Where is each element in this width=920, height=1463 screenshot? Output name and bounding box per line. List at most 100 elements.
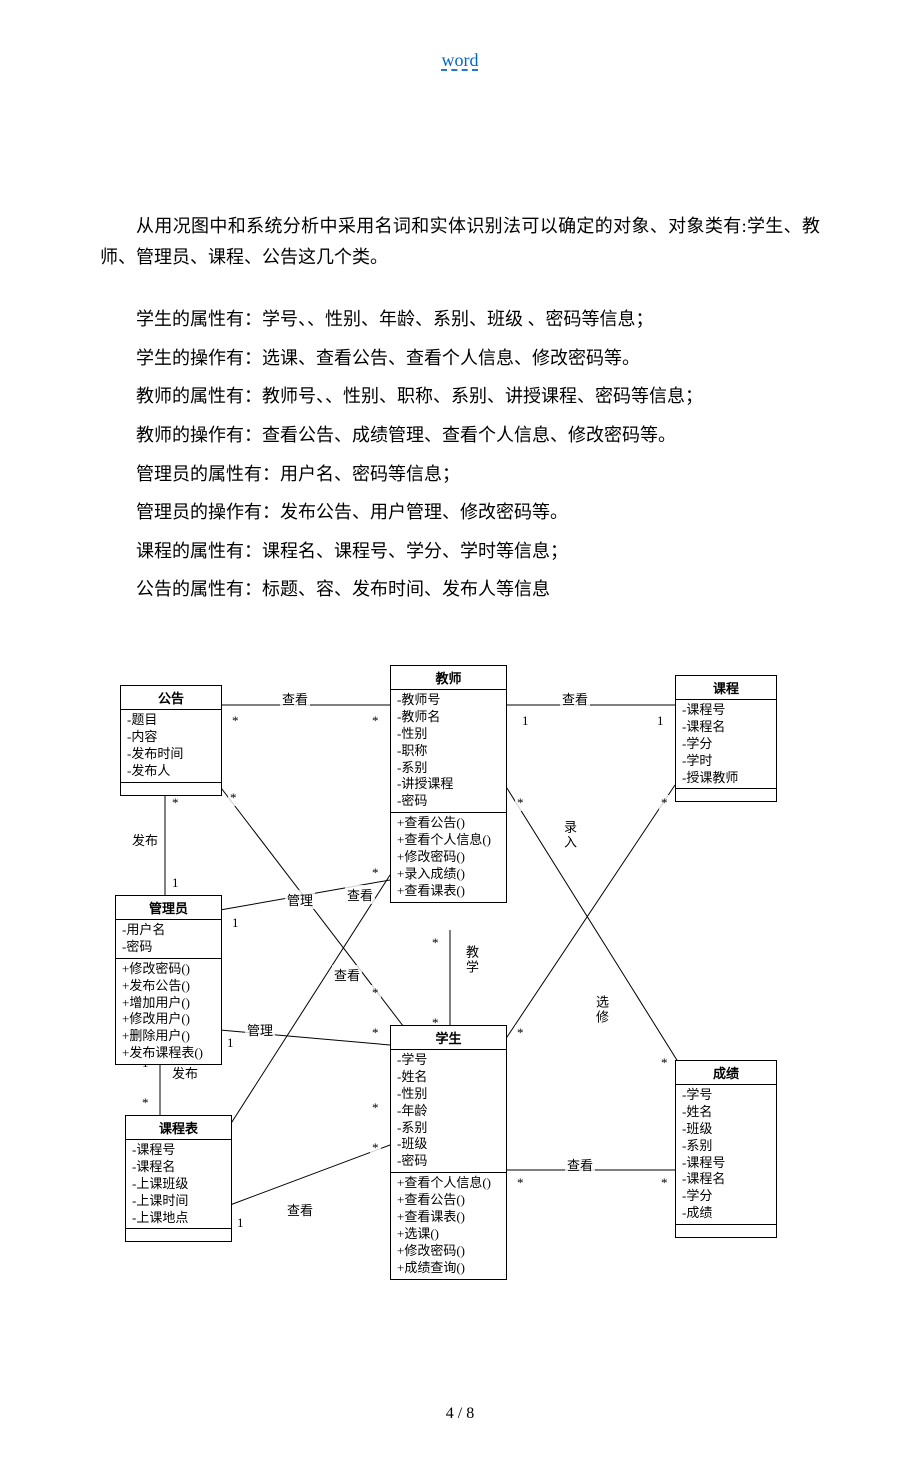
uml-attr: -学号 <box>397 1052 500 1069</box>
mult-star: * <box>515 1025 526 1041</box>
uml-attr: -课程号 <box>682 1155 770 1172</box>
mult-star: * <box>230 713 241 729</box>
uml-attr: -年龄 <box>397 1103 500 1120</box>
uml-op: +查看个人信息() <box>397 832 500 849</box>
uml-op: +删除用户() <box>122 1028 215 1045</box>
uml-class-jiaoshi: 教师 -教师号 -教师名 -性别 -职称 -系别 -讲授课程 -密码 +查看公告… <box>390 665 507 903</box>
uml-class-kechengbiao: 课程表 -课程号 -课程名 -上课班级 -上课时间 -上课地点 <box>125 1115 232 1242</box>
uml-attr: -学分 <box>682 1188 770 1205</box>
uml-class-chengji: 成绩 -学号 -姓名 -班级 -系别 -课程号 -课程名 -学分 -成绩 <box>675 1060 777 1238</box>
edge-label-fabu: 发布 <box>130 830 160 849</box>
uml-title: 课程表 <box>126 1116 231 1140</box>
body-line-3: 教师的操作有：查看公告、成绩管理、查看个人信息、修改密码等。 <box>100 420 820 451</box>
mult-one: 1 <box>655 713 666 729</box>
uml-op: +录入成绩() <box>397 866 500 883</box>
uml-op: +查看课表() <box>397 883 500 900</box>
uml-op: +成绩查询() <box>397 1260 500 1277</box>
uml-attr: -姓名 <box>682 1104 770 1121</box>
page-number: 4 / 8 <box>100 1405 820 1423</box>
uml-attr: -课程名 <box>682 1171 770 1188</box>
uml-op: +修改用户() <box>122 1011 215 1028</box>
uml-attr: -课程号 <box>682 702 770 719</box>
uml-op: +查看公告() <box>397 1192 500 1209</box>
uml-class-kecheng: 课程 -课程号 -课程名 -学分 -学时 -授课教师 <box>675 675 777 802</box>
body-line-0: 学生的属性有：学号、、性别、年龄、系别、班级 、密码等信息； <box>100 304 820 335</box>
uml-attr: -密码 <box>122 939 215 956</box>
mult-one: 1 <box>170 875 181 891</box>
uml-title: 成绩 <box>676 1061 776 1085</box>
uml-attr: -上课时间 <box>132 1193 225 1210</box>
mult-star: * <box>370 865 381 881</box>
body-line-6: 课程的属性有：课程名、课程号、学分、学时等信息； <box>100 536 820 567</box>
uml-op: +查看课表() <box>397 1209 500 1226</box>
mult-star: * <box>659 795 670 811</box>
uml-op: +选课() <box>397 1226 500 1243</box>
uml-attr: -教师号 <box>397 692 500 709</box>
uml-attr: -系别 <box>397 760 500 777</box>
mult-star: * <box>370 1100 381 1116</box>
intro-paragraph: 从用况图中和系统分析中采用名词和实体识别法可以确定的对象、对象类有:学生、教师、… <box>100 211 820 272</box>
edge-label-chakan: 查看 <box>285 1200 315 1219</box>
uml-title: 课程 <box>676 676 776 700</box>
uml-attr: -性别 <box>397 1086 500 1103</box>
uml-op: +发布课程表() <box>122 1045 215 1062</box>
uml-op: +查看个人信息() <box>397 1175 500 1192</box>
uml-op: +修改密码() <box>397 1243 500 1260</box>
mult-star: * <box>170 795 181 811</box>
edge-label-chakan: 查看 <box>332 965 362 984</box>
uml-title: 学生 <box>391 1026 506 1050</box>
uml-attr: -系别 <box>682 1138 770 1155</box>
uml-attr: -职称 <box>397 743 500 760</box>
uml-attr: -上课地点 <box>132 1210 225 1227</box>
body-line-4: 管理员的属性有：用户名、密码等信息； <box>100 459 820 490</box>
uml-attr: -学号 <box>682 1087 770 1104</box>
mult-star: * <box>659 1055 670 1071</box>
edge-label-guanli: 管理 <box>245 1020 275 1039</box>
mult-star: * <box>140 1095 151 1111</box>
mult-star: * <box>228 790 239 806</box>
uml-attr: -系别 <box>397 1120 500 1137</box>
uml-op: +增加用户() <box>122 995 215 1012</box>
edge-label-luru: 录入 <box>558 820 581 850</box>
mult-one: 1 <box>225 1035 236 1051</box>
uml-title: 管理员 <box>116 896 221 920</box>
uml-attr: -题目 <box>127 712 215 729</box>
uml-attr: -上课班级 <box>132 1176 225 1193</box>
mult-one: 1 <box>230 915 241 931</box>
mult-star: * <box>659 1175 670 1191</box>
uml-title: 教师 <box>391 666 506 690</box>
edge-label-guanli: 管理 <box>285 890 315 909</box>
uml-title: 公告 <box>121 686 221 710</box>
uml-attr: -用户名 <box>122 922 215 939</box>
body-line-7: 公告的属性有：标题、容、发布时间、发布人等信息 <box>100 574 820 605</box>
edge-label-fabu: 发布 <box>170 1063 200 1082</box>
uml-attr: -发布时间 <box>127 746 215 763</box>
uml-attr: -教师名 <box>397 709 500 726</box>
mult-star: * <box>515 1175 526 1191</box>
uml-class-gonggao: 公告 -题目 -内容 -发布时间 -发布人 <box>120 685 222 796</box>
uml-class-diagram: 查看 * * 查看 1 1 发布 * 1 管理 1 * 查看 管理 1 * 查看… <box>110 665 810 1265</box>
body-line-2: 教师的属性有：教师号、、性别、职称、系别、讲授课程、密码等信息； <box>100 381 820 412</box>
edge-label-chakan: 查看 <box>560 689 590 708</box>
mult-star: * <box>515 795 526 811</box>
uml-op: +修改密码() <box>122 961 215 978</box>
mult-one: 1 <box>235 1215 246 1231</box>
uml-attr: -成绩 <box>682 1205 770 1222</box>
edge-label-chakan: 查看 <box>345 885 375 904</box>
uml-attr: -授课教师 <box>682 770 770 787</box>
mult-star: * <box>430 935 441 951</box>
uml-op: +发布公告() <box>122 978 215 995</box>
edge-label-xuanxiu: 选修 <box>590 995 613 1025</box>
uml-attr: -讲授课程 <box>397 776 500 793</box>
uml-op: +查看公告() <box>397 815 500 832</box>
mult-star: * <box>370 985 381 1001</box>
body-line-5: 管理员的操作有：发布公告、用户管理、修改密码等。 <box>100 497 820 528</box>
uml-attr: -课程名 <box>682 719 770 736</box>
uml-attr: -学时 <box>682 753 770 770</box>
mult-star: * <box>370 713 381 729</box>
uml-attr: -姓名 <box>397 1069 500 1086</box>
uml-attr: -课程名 <box>132 1159 225 1176</box>
uml-attr: -学分 <box>682 736 770 753</box>
uml-attr: -密码 <box>397 793 500 810</box>
uml-attr: -密码 <box>397 1153 500 1170</box>
